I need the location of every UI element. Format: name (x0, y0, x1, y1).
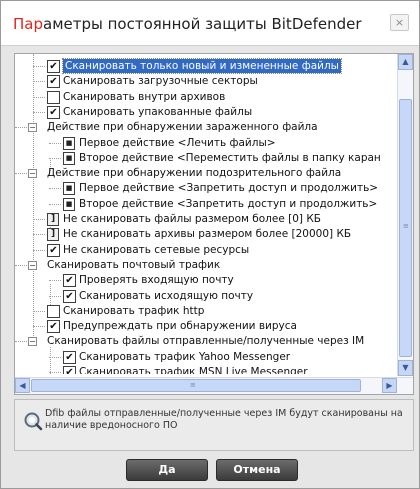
grip-icon: ≡ (190, 381, 196, 389)
tree-item-label: Не сканировать архивы размером более [20… (63, 228, 352, 241)
tree-item-label: Сканировать загрузочные секторы (63, 75, 258, 88)
scroll-up-button[interactable]: ▲ (398, 54, 413, 70)
arrow-right-icon: ▶ (386, 381, 393, 390)
checkbox-checked[interactable] (47, 105, 60, 119)
tree-connector (49, 203, 61, 205)
tree-connector (49, 188, 61, 190)
checkbox-checked[interactable] (63, 350, 76, 364)
arrow-up-icon: ▲ (402, 57, 409, 66)
tree-connector (49, 295, 61, 297)
arrow-left-icon: ◀ (19, 381, 26, 390)
tree-item-label: Первое действие <Запретить доступ и прод… (79, 182, 379, 195)
collapse-toggle-icon[interactable]: − (28, 260, 37, 270)
dialog-title-highlight: Пар (13, 15, 43, 33)
tree-connector (15, 173, 27, 175)
dialog-title-rest: аметры постоянной защиты BitDefender (43, 15, 362, 33)
action-dropdown-icon[interactable] (63, 136, 75, 150)
tree-connector (33, 219, 45, 220)
tree-item-label: Сканировать файлы отправленные/полученны… (47, 335, 365, 348)
close-button[interactable]: × (390, 14, 409, 31)
tree-connector (33, 66, 45, 67)
horizontal-scrollbar[interactable]: ◀ ≡ ▶ (15, 377, 413, 394)
vertical-scrollbar[interactable]: ▲ ≡ ▼ (397, 54, 413, 376)
action-dropdown-icon[interactable] (63, 197, 75, 211)
collapse-toggle-icon[interactable]: − (28, 123, 37, 133)
dialog-titlebar: Параметры постоянной защиты BitDefender … (1, 1, 419, 46)
settings-tree: Сканировать только новый и измененные фа… (15, 54, 397, 374)
tree-connector (33, 234, 45, 236)
search-info-icon (24, 412, 43, 431)
tree-connector (33, 96, 45, 98)
cancel-button[interactable]: Отмена (216, 459, 298, 481)
vertical-scroll-thumb[interactable]: ≡ (399, 99, 412, 357)
tree-item-label: Не сканировать сетевые ресурсы (63, 243, 250, 256)
settings-dialog: Параметры постоянной защиты BitDefender … (0, 0, 420, 489)
checkbox-checked[interactable] (63, 289, 76, 303)
numeric-field-icon[interactable] (47, 228, 59, 242)
tree-connector (50, 347, 51, 374)
tree-item-label: Сканировать внутри архивов (63, 90, 226, 103)
tree-item-label: Сканировать трафик Yahoo Messenger (79, 350, 291, 363)
tree-connector (49, 142, 61, 144)
tree-connector (33, 111, 45, 113)
tree-item-label: Действие при обнаружении подозрительного… (47, 167, 342, 180)
ok-button[interactable]: Да (126, 459, 208, 481)
arrow-down-icon: ▼ (402, 363, 409, 372)
checkbox-checked[interactable] (47, 60, 60, 73)
tree-item-label: Второе действие <Переместить файлы в пап… (79, 151, 381, 164)
action-dropdown-icon[interactable] (63, 151, 75, 165)
info-panel: Dfib файлы отправленные/полученные через… (14, 399, 414, 451)
tree-item-label: Сканировать упакованные файлы (63, 105, 253, 118)
tree-item-label: Первое действие <Лечить файлы> (79, 136, 276, 149)
info-text: Dfib файлы отправленные/полученные через… (45, 408, 403, 431)
collapse-toggle-icon[interactable]: − (28, 337, 37, 347)
tree-item-label: Сканировать исходящую почту (79, 289, 254, 302)
checkbox-checked[interactable] (47, 75, 60, 89)
tree-connector (15, 341, 27, 343)
tree-connector (33, 249, 45, 251)
tree-item-label: Действие при обнаружении зараженного фай… (47, 121, 318, 134)
numeric-field-icon[interactable] (47, 213, 59, 226)
scroll-left-button[interactable]: ◀ (15, 378, 30, 393)
tree-item-label: Сканировать только новый и измененные фа… (62, 58, 342, 74)
tree-item-label: Сканировать трафик MSN Live Messenger (79, 366, 308, 374)
tree-item-label: Предупреждать при обнаружении вируса (63, 320, 297, 333)
tree-connector (49, 372, 61, 373)
tree-connector (49, 280, 61, 282)
checkbox-unchecked[interactable] (47, 304, 60, 318)
checkbox-checked[interactable] (47, 320, 60, 334)
tree-item-label: Второе действие <Запретить доступ и прод… (79, 197, 378, 210)
action-dropdown-icon[interactable] (63, 182, 75, 196)
checkbox-checked[interactable] (63, 366, 76, 374)
tree-item-label: Проверять входящую почту (79, 274, 234, 287)
checkbox-unchecked[interactable] (47, 90, 60, 104)
tree-connector (49, 157, 61, 159)
tree-connector (33, 310, 45, 312)
grip-icon: ≡ (403, 222, 409, 230)
horizontal-scroll-thumb[interactable]: ≡ (31, 379, 361, 392)
checkbox-checked[interactable] (47, 243, 60, 257)
tree-item-label: Сканировать трафик http (63, 304, 205, 317)
close-icon: × (394, 16, 405, 29)
tree-connector (33, 326, 45, 328)
checkbox-checked[interactable] (63, 274, 76, 288)
settings-tree-panel: Сканировать только новый и измененные фа… (14, 53, 414, 395)
tree-connector (33, 81, 45, 83)
tree-connector (15, 264, 27, 266)
tree-item-label: Сканировать почтовый трафик (47, 258, 221, 271)
dialog-title: Параметры постоянной защиты BitDefender (13, 15, 362, 33)
tree-connector (15, 127, 27, 129)
collapse-toggle-icon[interactable]: − (28, 169, 37, 179)
scroll-right-button[interactable]: ▶ (382, 378, 397, 393)
tree-item-label: Не сканировать файлы размером более [0] … (63, 213, 322, 225)
scroll-down-button[interactable]: ▼ (398, 360, 413, 376)
tree-connector (49, 356, 61, 358)
